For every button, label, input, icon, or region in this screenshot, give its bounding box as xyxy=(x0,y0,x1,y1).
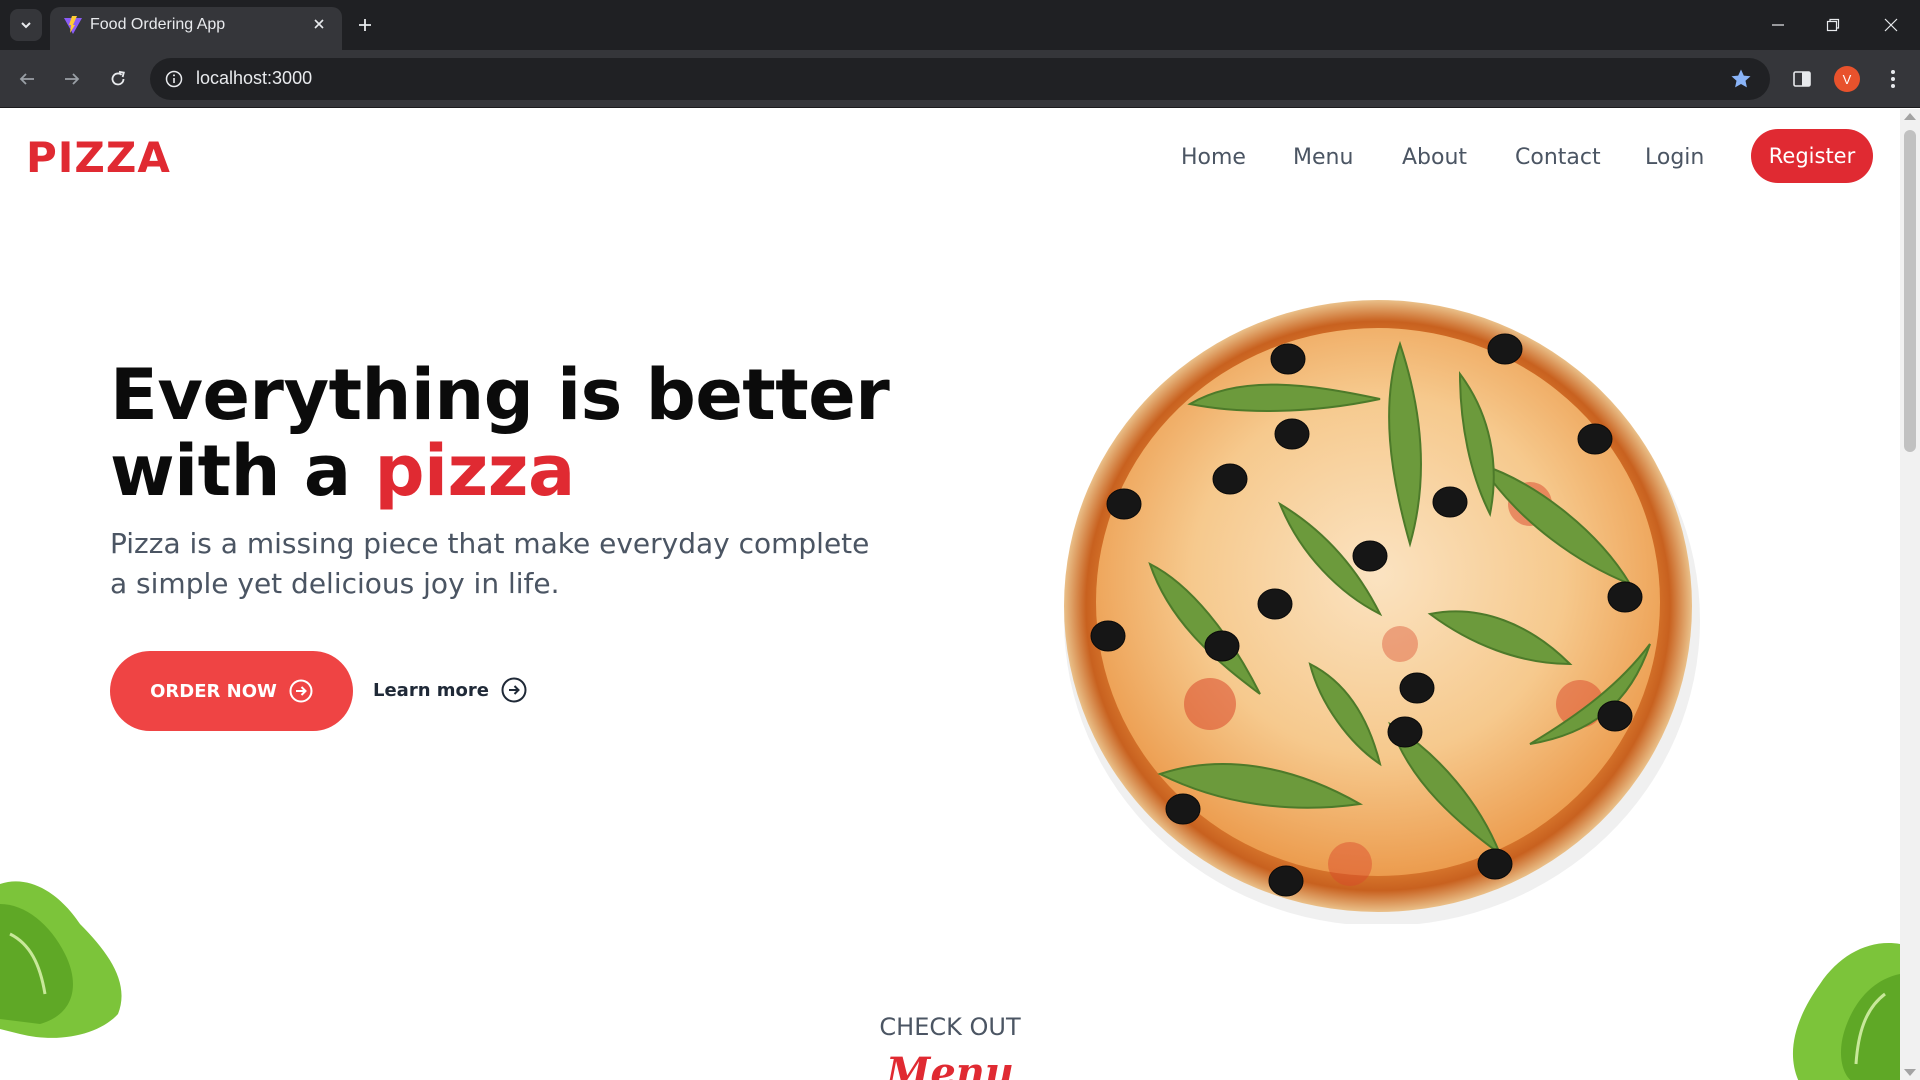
hero-title-accent: pizza xyxy=(374,430,575,512)
nav-menu[interactable]: Menu xyxy=(1293,145,1353,170)
site-info-button[interactable] xyxy=(160,65,188,93)
page-viewport: PIZZA Home Menu About Contact Login Regi… xyxy=(0,109,1900,1080)
register-button[interactable]: Register xyxy=(1751,129,1873,183)
tab-title: Food Ordering App xyxy=(90,16,226,33)
browser-menu-button[interactable] xyxy=(1876,62,1910,96)
order-now-label: ORDER NOW xyxy=(150,680,277,702)
page-scrollbar[interactable] xyxy=(1900,109,1920,1080)
nav-contact[interactable]: Contact xyxy=(1515,145,1601,170)
learn-more-label: Learn more xyxy=(373,679,489,701)
address-bar[interactable]: localhost:3000 xyxy=(150,58,1770,100)
scroll-down-arrow[interactable] xyxy=(1904,1069,1916,1076)
tab-search-button[interactable] xyxy=(10,9,42,41)
bookmark-button[interactable] xyxy=(1726,64,1756,94)
menu-section-kicker: CHECK OUT xyxy=(879,1013,1021,1041)
browser-toolbar: localhost:3000 V xyxy=(0,50,1920,108)
minimize-icon xyxy=(1772,24,1784,26)
minimize-button[interactable] xyxy=(1755,8,1801,42)
arrow-right-icon xyxy=(65,73,80,85)
hero-title-line2: with a xyxy=(110,430,375,512)
close-window-button[interactable] xyxy=(1868,8,1914,42)
back-button[interactable] xyxy=(9,61,45,97)
browser-tab[interactable]: Food Ordering App xyxy=(50,7,342,50)
tab-close-button[interactable] xyxy=(308,13,330,35)
forward-button[interactable] xyxy=(54,61,90,97)
hero-title: Everything is better with a pizza xyxy=(110,354,890,512)
profile-avatar[interactable]: V xyxy=(1834,66,1860,92)
vite-logo-icon xyxy=(64,16,82,34)
nav-about[interactable]: About xyxy=(1402,145,1467,170)
scroll-thumb[interactable] xyxy=(1904,130,1916,452)
more-vert-icon xyxy=(1891,70,1895,88)
learn-more-link[interactable]: Learn more xyxy=(373,665,527,715)
restore-button[interactable] xyxy=(1810,8,1856,42)
chevron-down-icon xyxy=(21,22,31,29)
browser-tab-bar: Food Ordering App xyxy=(0,0,1920,50)
arrow-circle-right-icon xyxy=(289,679,313,703)
order-now-button[interactable]: ORDER NOW xyxy=(110,651,353,731)
side-panel-icon xyxy=(1793,71,1811,87)
close-icon xyxy=(1884,18,1898,32)
reload-icon xyxy=(111,70,125,86)
star-icon xyxy=(1731,69,1751,88)
nav-login[interactable]: Login xyxy=(1645,145,1704,170)
menu-section-heading: Menu xyxy=(886,1049,1014,1080)
hero-title-line1: Everything is better xyxy=(110,354,890,436)
nav-home[interactable]: Home xyxy=(1181,145,1246,170)
hero-subtitle: Pizza is a missing piece that make every… xyxy=(110,527,870,600)
restore-icon xyxy=(1826,18,1840,32)
reload-button[interactable] xyxy=(100,61,136,97)
arrow-circle-right-icon xyxy=(501,677,527,703)
new-tab-button[interactable] xyxy=(350,10,380,40)
brand-logo[interactable]: PIZZA xyxy=(26,133,171,182)
info-icon xyxy=(165,70,183,88)
pizza-image xyxy=(1064,300,1700,924)
url-text[interactable]: localhost:3000 xyxy=(196,68,312,89)
side-panel-button[interactable] xyxy=(1785,62,1819,96)
plus-icon xyxy=(359,19,371,31)
scroll-up-arrow[interactable] xyxy=(1904,113,1916,120)
close-icon xyxy=(314,19,324,29)
arrow-left-icon xyxy=(19,73,34,85)
